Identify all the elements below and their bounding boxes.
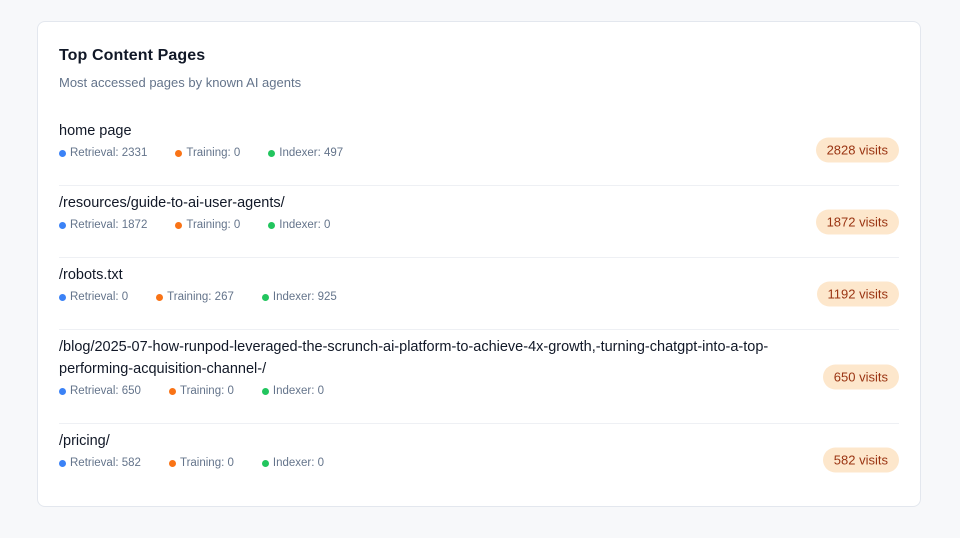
indexer-count: Indexer: 497 xyxy=(279,147,344,159)
training-dot-icon xyxy=(175,149,183,157)
training-dot-icon xyxy=(168,459,176,467)
list-item[interactable]: /resources/guide-to-ai-user-agents/ Retr… xyxy=(59,186,899,258)
indexer-metric: Indexer: 0 xyxy=(261,457,325,469)
list-item[interactable]: /pricing/ Retrieval: 582 Training: 0 Ind… xyxy=(59,424,899,496)
agent-metrics: Retrieval: 582 Training: 0 Indexer: 0 xyxy=(59,457,899,469)
retrieval-dot-icon xyxy=(59,459,66,467)
training-metric: Training: 0 xyxy=(168,385,234,397)
training-dot-icon xyxy=(156,293,164,301)
training-metric: Training: 0 xyxy=(168,457,234,469)
visits-badge: 1872 visits xyxy=(815,209,899,234)
page-path[interactable]: /pricing/ xyxy=(59,424,789,452)
training-count: Training: 0 xyxy=(179,385,234,397)
indexer-dot-icon xyxy=(261,387,269,395)
retrieval-dot-icon xyxy=(59,387,66,395)
training-count: Training: 267 xyxy=(167,291,234,303)
agent-metrics: Retrieval: 2331 Training: 0 Indexer: 497 xyxy=(59,147,899,159)
pages-list: home page Retrieval: 2331 Training: 0 In… xyxy=(59,114,899,496)
retrieval-metric: Retrieval: 582 xyxy=(59,457,141,469)
retrieval-metric: Retrieval: 2331 xyxy=(59,147,147,159)
indexer-dot-icon xyxy=(261,293,269,301)
retrieval-count: Retrieval: 1872 xyxy=(70,219,148,231)
list-item[interactable]: /blog/2025-07-how-runpod-leveraged-the-s… xyxy=(59,330,899,424)
retrieval-count: Retrieval: 650 xyxy=(70,385,141,397)
indexer-count: Indexer: 0 xyxy=(279,219,331,231)
indexer-dot-icon xyxy=(268,221,276,229)
retrieval-dot-icon xyxy=(59,149,66,157)
list-item[interactable]: /robots.txt Retrieval: 0 Training: 267 I… xyxy=(59,258,899,330)
indexer-count: Indexer: 925 xyxy=(272,291,337,303)
training-metric: Training: 267 xyxy=(156,291,234,303)
retrieval-dot-icon xyxy=(59,293,66,301)
indexer-count: Indexer: 0 xyxy=(272,385,325,397)
page-path[interactable]: /blog/2025-07-how-runpod-leveraged-the-s… xyxy=(59,330,789,380)
retrieval-metric: Retrieval: 0 xyxy=(59,291,128,303)
indexer-dot-icon xyxy=(268,149,276,157)
indexer-dot-icon xyxy=(261,459,269,467)
top-content-pages-card: Top Content Pages Most accessed pages by… xyxy=(37,21,921,507)
retrieval-count: Retrieval: 0 xyxy=(70,291,129,303)
training-count: Training: 0 xyxy=(179,457,234,469)
retrieval-count: Retrieval: 2331 xyxy=(70,147,148,159)
indexer-metric: Indexer: 0 xyxy=(261,385,325,397)
training-metric: Training: 0 xyxy=(175,147,240,159)
page-path[interactable]: /resources/guide-to-ai-user-agents/ xyxy=(59,186,789,214)
training-count: Training: 0 xyxy=(186,219,241,231)
retrieval-count: Retrieval: 582 xyxy=(70,457,141,469)
training-dot-icon xyxy=(168,387,176,395)
agent-metrics: Retrieval: 1872 Training: 0 Indexer: 0 xyxy=(59,219,899,231)
page-path[interactable]: /robots.txt xyxy=(59,258,789,286)
visits-badge: 582 visits xyxy=(822,447,899,473)
list-item[interactable]: home page Retrieval: 2331 Training: 0 In… xyxy=(59,114,899,186)
page-path[interactable]: home page xyxy=(59,114,789,142)
visits-badge: 2828 visits xyxy=(815,137,899,162)
visits-badge: 1192 visits xyxy=(816,281,899,306)
retrieval-dot-icon xyxy=(59,221,66,229)
agent-metrics: Retrieval: 650 Training: 0 Indexer: 0 xyxy=(59,385,899,397)
indexer-count: Indexer: 0 xyxy=(272,457,325,469)
indexer-metric: Indexer: 0 xyxy=(268,219,330,231)
retrieval-metric: Retrieval: 650 xyxy=(59,385,141,397)
retrieval-metric: Retrieval: 1872 xyxy=(59,219,147,231)
training-dot-icon xyxy=(175,221,183,229)
card-title: Top Content Pages xyxy=(59,47,206,64)
training-count: Training: 0 xyxy=(186,147,241,159)
training-metric: Training: 0 xyxy=(175,219,240,231)
indexer-metric: Indexer: 497 xyxy=(268,147,343,159)
indexer-metric: Indexer: 925 xyxy=(261,291,337,303)
agent-metrics: Retrieval: 0 Training: 267 Indexer: 925 xyxy=(59,291,899,303)
card-subtitle: Most accessed pages by known AI agents xyxy=(59,75,302,90)
visits-badge: 650 visits xyxy=(822,364,899,389)
